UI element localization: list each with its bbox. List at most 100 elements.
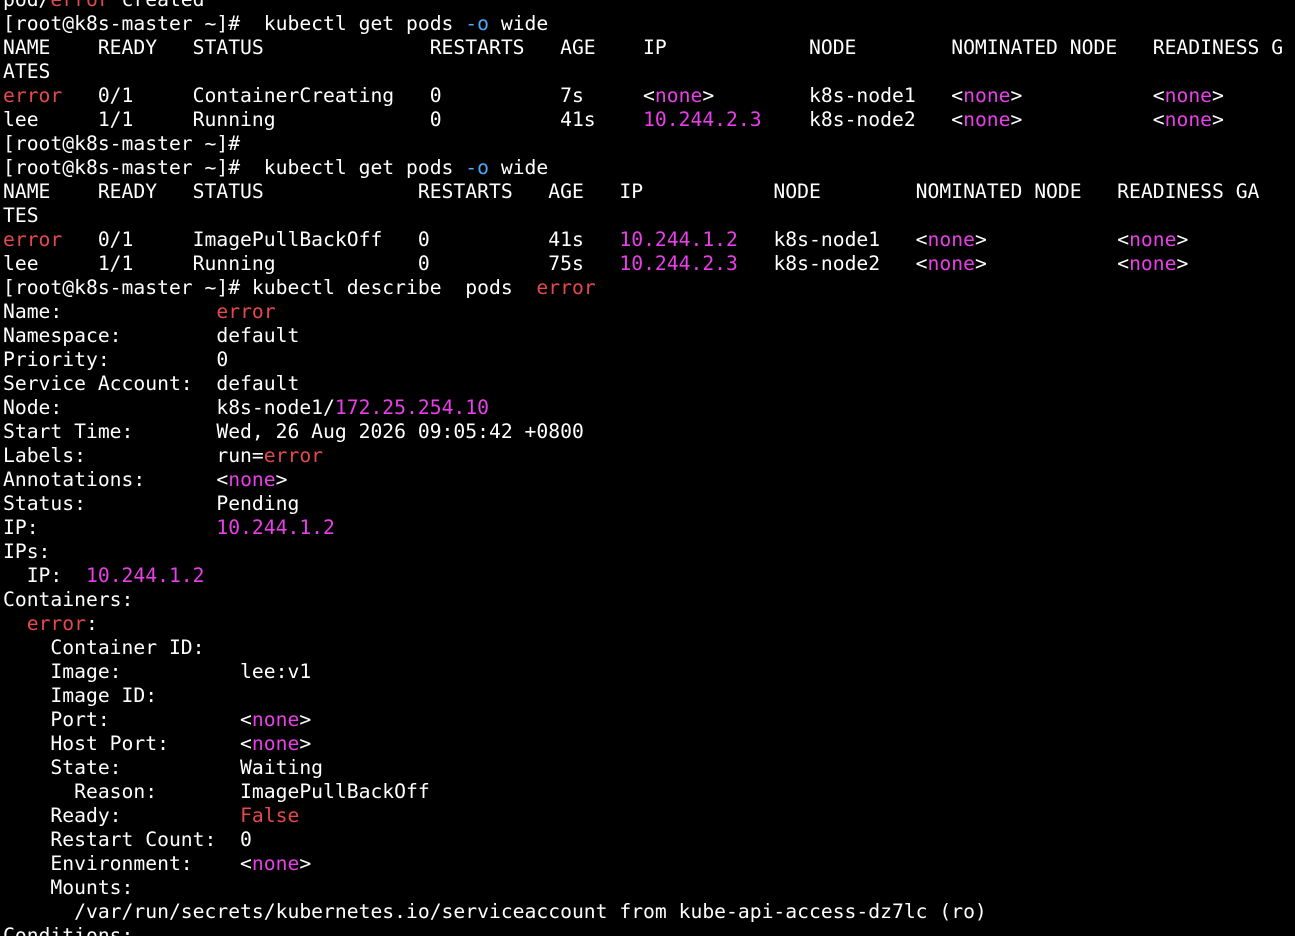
terminal-text-segment: k8s-node2 <: [761, 108, 964, 131]
terminal-text-segment: error: [536, 276, 596, 299]
terminal-line-describe-restart-count: Restart Count: 0: [3, 828, 1295, 852]
terminal-text-segment: > <: [1010, 108, 1165, 131]
terminal-line-prompt-get-pods-2: [root@k8s-master ~]# kubectl get pods -o…: [3, 156, 1295, 180]
terminal-text-segment: [root@k8s-master ~]#: [3, 132, 241, 155]
terminal-text-segment: error: [26, 612, 86, 635]
terminal-text-segment: Labels: run=: [3, 444, 264, 467]
terminal-text-segment: none: [251, 852, 300, 875]
terminal-text-segment: Restart Count: 0: [3, 828, 252, 851]
terminal-text-segment: lee 1/1 Running 0 41s: [3, 108, 644, 131]
terminal-text-segment: none: [654, 84, 703, 107]
terminal-text-segment: 10.244.1.2: [619, 228, 738, 251]
terminal-text-segment: >: [299, 708, 312, 731]
terminal-text-segment: k8s-node1 <: [737, 228, 928, 251]
terminal-text-segment: error: [263, 444, 324, 467]
terminal-text-segment: > <: [974, 228, 1130, 251]
terminal-line-prompt-get-pods-1: [root@k8s-master ~]# kubectl get pods -o…: [3, 12, 1295, 36]
terminal-text-segment: error: [3, 228, 63, 251]
terminal-line-describe-ips-ip: IP: 10.244.1.2: [3, 564, 1295, 588]
terminal-text-segment: IP:: [3, 516, 217, 539]
terminal-text-segment: -o: [465, 12, 489, 35]
terminal-text-segment: Start Time: Wed, 26 Aug 2026 09:05:42 +0…: [3, 420, 584, 443]
terminal-text-segment: none: [1129, 228, 1177, 251]
terminal-text-segment: > <: [974, 252, 1130, 275]
terminal-text-segment: k8s-node2 <: [737, 252, 928, 275]
terminal-text-segment: >: [1212, 108, 1224, 131]
terminal-line-describe-service-account: Service Account: default: [3, 372, 1295, 396]
terminal-line-describe-environment: Environment: <none>: [3, 852, 1295, 876]
terminal-text-segment: Namespace: default: [3, 324, 300, 347]
terminal-text-segment: error: [216, 300, 276, 323]
terminal-text-segment: NAME READY STATUS RESTARTS AGE IP NODE N…: [3, 36, 1284, 59]
terminal-text-segment: 172.25.254.10: [334, 396, 489, 419]
terminal-text-segment: none: [1129, 252, 1177, 275]
terminal-text-segment: Status: Pending: [3, 492, 300, 515]
terminal-text-segment: 0/1 ImagePullBackOff 0 41s: [62, 228, 620, 251]
terminal-line-pod-row-error-2: error 0/1 ImagePullBackOff 0 41s 10.244.…: [3, 228, 1295, 252]
terminal-text-segment: > <: [1010, 84, 1165, 107]
terminal-line-describe-status: Status: Pending: [3, 492, 1295, 516]
terminal-text-segment: none: [251, 708, 300, 731]
terminal-text-segment: none: [927, 252, 975, 275]
terminal-line-describe-reason: Reason: ImagePullBackOff: [3, 780, 1295, 804]
terminal-text-segment: State: Waiting: [3, 756, 324, 779]
terminal-text-segment: [root@k8s-master ~]# kubectl describe po…: [3, 276, 537, 299]
terminal-line-describe-mounts: Mounts:: [3, 876, 1295, 900]
terminal-text-segment: >: [1176, 228, 1189, 251]
terminal-text-segment: error: [50, 0, 109, 11]
terminal-line-describe-state: State: Waiting: [3, 756, 1295, 780]
terminal-text-segment: 10.244.1.2: [216, 516, 335, 539]
terminal-text-segment: created: [110, 0, 205, 11]
terminal-text-segment: Ready:: [3, 804, 241, 827]
terminal-line-output-created: pod/error created: [3, 0, 1295, 12]
terminal-text-segment: none: [1164, 84, 1213, 107]
terminal-line-describe-image-id: Image ID:: [3, 684, 1295, 708]
terminal-line-pods-header-1-wrap: ATES: [3, 60, 1295, 84]
terminal-line-describe-ips: IPs:: [3, 540, 1295, 564]
terminal-text-segment: Service Account: default: [3, 372, 300, 395]
terminal-text-segment: >: [275, 468, 288, 491]
terminal-output: pod/error created[root@k8s-master ~]# ku…: [3, 0, 1295, 936]
terminal-text-segment: IP:: [3, 564, 86, 587]
terminal-line-describe-conditions: Conditions:: [3, 924, 1295, 936]
terminal-text-segment: Conditions:: [3, 924, 134, 936]
terminal-text-segment: Reason: ImagePullBackOff: [3, 780, 430, 803]
terminal-text-segment: 10.244.2.3: [619, 252, 738, 275]
terminal-line-pods-header-1: NAME READY STATUS RESTARTS AGE IP NODE N…: [3, 36, 1295, 60]
terminal-window[interactable]: pod/error created[root@k8s-master ~]# ku…: [0, 0, 1295, 936]
terminal-text-segment: >: [1212, 84, 1224, 107]
terminal-line-describe-namespace: Namespace: default: [3, 324, 1295, 348]
terminal-text-segment: /var/run/secrets/kubernetes.io/serviceac…: [3, 900, 987, 923]
terminal-line-describe-host-port: Host Port: <none>: [3, 732, 1295, 756]
terminal-text-segment: none: [1164, 108, 1213, 131]
terminal-line-describe-ready: Ready: False: [3, 804, 1295, 828]
terminal-text-segment: Image ID:: [3, 684, 158, 707]
terminal-line-describe-port: Port: <none>: [3, 708, 1295, 732]
terminal-text-segment: Image: lee:v1: [3, 660, 312, 683]
terminal-text-segment: none: [251, 732, 300, 755]
terminal-text-segment: [root@k8s-master ~]# kubectl get pods: [3, 156, 466, 179]
terminal-line-describe-container-error: error:: [3, 612, 1295, 636]
terminal-text-segment: lee 1/1 Running 0 75s: [3, 252, 620, 275]
terminal-text-segment: 0/1 ContainerCreating 0 7s <: [62, 84, 655, 107]
terminal-line-describe-start-time: Start Time: Wed, 26 Aug 2026 09:05:42 +0…: [3, 420, 1295, 444]
terminal-text-segment: ATES: [3, 60, 51, 83]
terminal-text-segment: none: [963, 84, 1011, 107]
terminal-line-pod-row-lee-2: lee 1/1 Running 0 75s 10.244.2.3 k8s-nod…: [3, 252, 1295, 276]
terminal-line-describe-containers: Containers:: [3, 588, 1295, 612]
terminal-line-prompt-empty: [root@k8s-master ~]#: [3, 132, 1295, 156]
terminal-text-segment: Host Port: <: [3, 732, 252, 755]
terminal-text-segment: False: [240, 804, 300, 827]
terminal-line-pods-header-2-wrap: TES: [3, 204, 1295, 228]
terminal-text-segment: none: [228, 468, 276, 491]
terminal-line-describe-ip: IP: 10.244.1.2: [3, 516, 1295, 540]
terminal-text-segment: NAME READY STATUS RESTARTS AGE IP NODE N…: [3, 180, 1260, 203]
terminal-text-segment: Mounts:: [3, 876, 134, 899]
terminal-text-segment: :: [85, 612, 98, 635]
terminal-line-describe-mount-path: /var/run/secrets/kubernetes.io/serviceac…: [3, 900, 1295, 924]
terminal-line-describe-annotations: Annotations: <none>: [3, 468, 1295, 492]
terminal-text-segment: 10.244.2.3: [643, 108, 762, 131]
terminal-text-segment: none: [963, 108, 1011, 131]
terminal-text-segment: >: [299, 732, 312, 755]
